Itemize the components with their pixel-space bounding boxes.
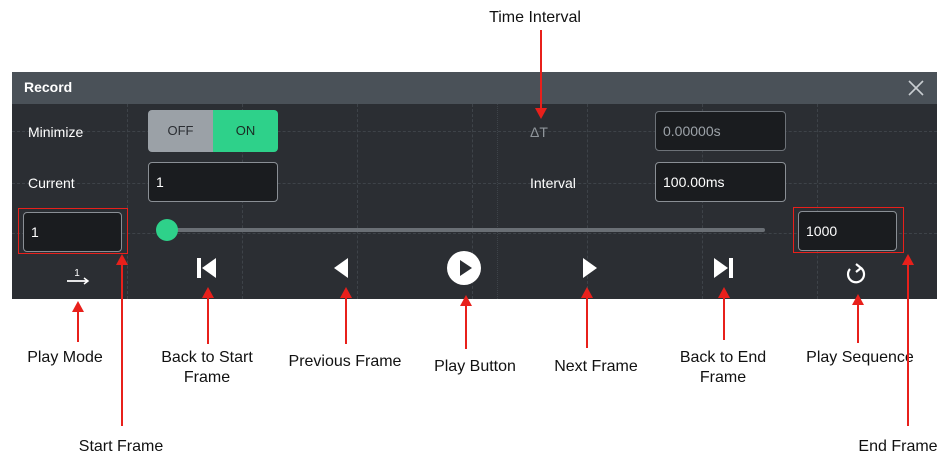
play-circle-icon[interactable] bbox=[446, 250, 482, 286]
play-button-annotation: Play Button bbox=[434, 358, 516, 375]
skip-to-start-icon[interactable] bbox=[191, 253, 221, 283]
arrow-line bbox=[345, 296, 347, 344]
play-mode-annotation: Play Mode bbox=[27, 349, 103, 366]
next-frame-icon[interactable] bbox=[575, 253, 605, 283]
end-frame-field[interactable]: 1000 bbox=[798, 211, 897, 251]
dialog-title: Record bbox=[24, 79, 73, 95]
minimize-label: Minimize bbox=[28, 124, 84, 140]
current-label: Current bbox=[28, 175, 75, 191]
end-frame-annotation: End Frame bbox=[858, 438, 938, 455]
grid-line bbox=[127, 104, 128, 299]
arrow-line bbox=[540, 30, 542, 110]
previous-frame-annotation: Previous Frame bbox=[288, 353, 402, 370]
toggle-on-option[interactable]: ON bbox=[213, 110, 278, 152]
toggle-off-option[interactable]: OFF bbox=[148, 110, 213, 152]
arrow-line bbox=[857, 303, 859, 343]
minimize-toggle[interactable]: OFF ON bbox=[148, 110, 278, 152]
play-sequence-annotation: Play Sequence bbox=[806, 349, 914, 366]
title-bar: Record bbox=[12, 72, 937, 104]
delta-t-label: ΔT bbox=[530, 124, 548, 140]
time-interval-annotation: Time Interval bbox=[489, 9, 581, 26]
play-mode-icon[interactable]: 1 bbox=[62, 261, 92, 291]
close-icon[interactable] bbox=[904, 76, 928, 100]
arrow-line bbox=[586, 296, 588, 348]
grid-line bbox=[497, 104, 498, 299]
start-frame-field[interactable]: 1 bbox=[23, 212, 122, 252]
interval-field[interactable]: 100.00ms bbox=[655, 162, 786, 202]
grid-line bbox=[357, 104, 358, 299]
start-frame-highlight: 1 bbox=[18, 208, 128, 254]
next-frame-annotation: Next Frame bbox=[554, 358, 638, 375]
arrow-line bbox=[121, 263, 123, 426]
arrow-line bbox=[723, 296, 725, 340]
interval-label: Interval bbox=[530, 175, 576, 191]
record-panel: Record Minimize OFF ON ΔT 0.00000s Curre… bbox=[12, 72, 937, 299]
skip-to-end-icon[interactable] bbox=[709, 253, 739, 283]
arrow-line bbox=[907, 263, 909, 426]
previous-frame-icon[interactable] bbox=[326, 253, 356, 283]
back-to-end-annotation: Back to End Frame bbox=[679, 349, 767, 386]
frame-slider-track[interactable] bbox=[172, 228, 765, 232]
arrow-head bbox=[535, 108, 547, 119]
play-mode-glyph: 1 bbox=[74, 268, 80, 279]
back-to-start-annotation: Back to Start Frame bbox=[161, 349, 253, 386]
delta-t-field: 0.00000s bbox=[655, 111, 786, 151]
grid-line bbox=[817, 104, 818, 299]
arrow-line bbox=[207, 296, 209, 344]
end-frame-highlight: 1000 bbox=[793, 207, 904, 253]
loop-icon[interactable] bbox=[841, 258, 871, 288]
start-frame-annotation: Start Frame bbox=[78, 438, 164, 455]
arrow-line bbox=[465, 304, 467, 349]
current-frame-field[interactable]: 1 bbox=[148, 162, 278, 202]
arrow-line bbox=[77, 310, 79, 342]
frame-slider-thumb[interactable] bbox=[156, 219, 178, 241]
